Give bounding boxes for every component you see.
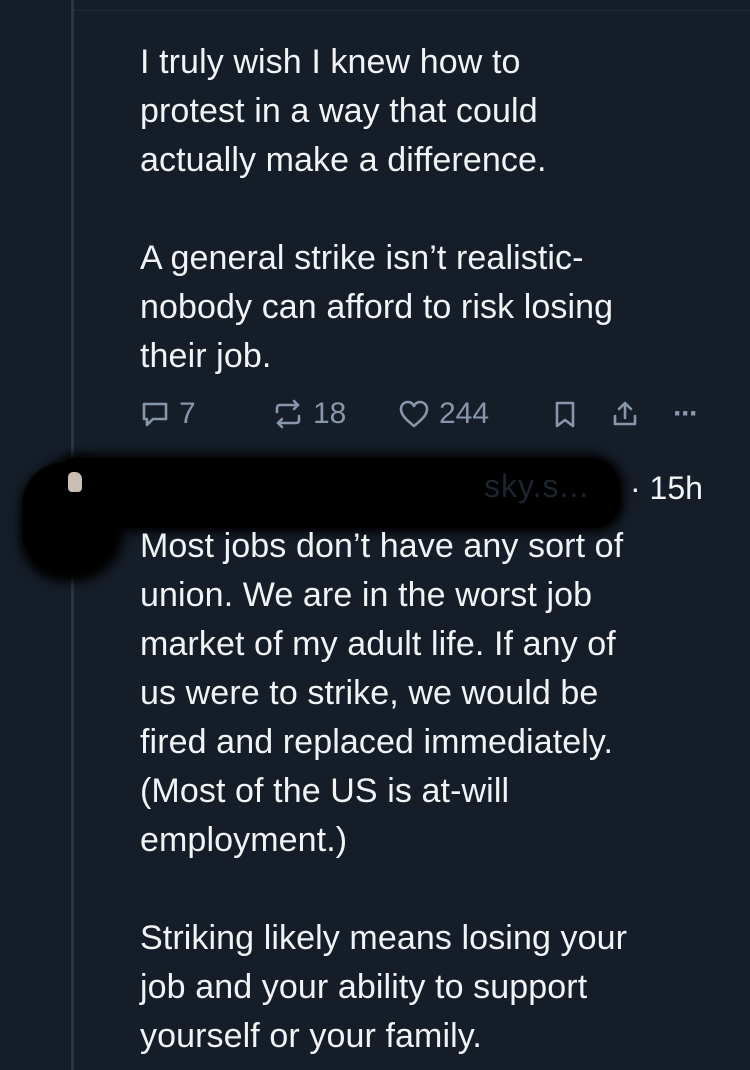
repost-icon — [272, 399, 304, 429]
avatar-face — [68, 472, 82, 492]
heart-icon — [398, 399, 430, 429]
author-handle: sky.s... — [484, 468, 590, 504]
like-count: 244 — [439, 397, 490, 430]
post-text: I truly wish I knew how to protest in a … — [140, 43, 614, 375]
speech-bubble-icon — [140, 399, 170, 429]
bookmark-icon — [552, 399, 578, 429]
more-options-button[interactable]: ··· — [673, 394, 699, 434]
repost-count: 18 — [313, 397, 347, 430]
post-text: Most jobs don’t have any sort of union. … — [140, 527, 628, 1055]
repost-button[interactable]: 18 — [272, 394, 346, 434]
like-button[interactable]: 244 — [398, 394, 489, 434]
bookmark-button[interactable] — [552, 394, 578, 434]
share-icon — [610, 399, 640, 429]
avatar[interactable] — [22, 462, 114, 570]
post-timestamp: · 15h — [630, 470, 703, 506]
share-button[interactable] — [610, 394, 640, 434]
reply-button[interactable]: 7 — [140, 394, 196, 434]
divider — [74, 10, 750, 11]
more-label: ··· — [673, 397, 699, 430]
post-actions: 7 18 244 ··· — [140, 394, 720, 434]
reply-count: 7 — [179, 397, 196, 430]
